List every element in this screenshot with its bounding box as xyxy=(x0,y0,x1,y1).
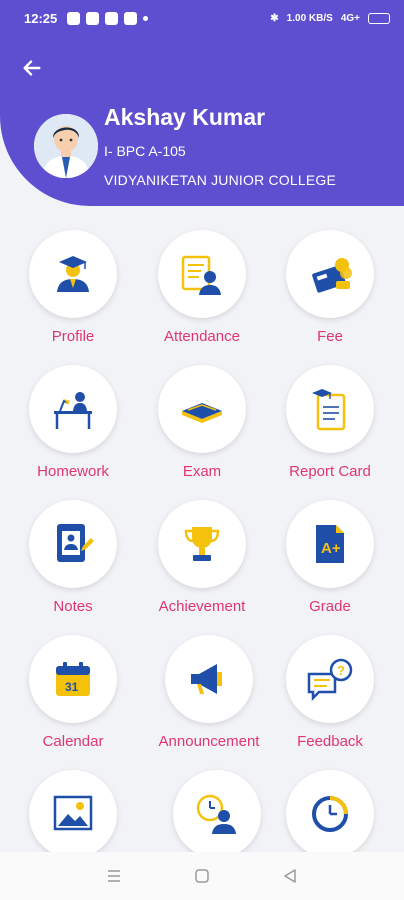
status-bar: 12:25 ✱ 1.00 KB/S 4G+ xyxy=(0,0,404,36)
graduate-icon xyxy=(57,256,89,292)
grade-icon: A+ xyxy=(316,525,344,563)
menu-label: Grade xyxy=(309,598,351,615)
clock-icon xyxy=(312,796,348,832)
menu-notes[interactable]: Notes xyxy=(8,500,138,615)
report-card-icon xyxy=(312,389,346,431)
menu-label: Homework xyxy=(37,463,109,480)
status-time: 12:25 xyxy=(24,10,58,26)
menu-report-card[interactable]: Report Card xyxy=(265,365,395,480)
timetable-icon xyxy=(196,794,236,834)
menu-label: Calendar xyxy=(42,733,104,750)
menu-label: Profile xyxy=(51,328,95,345)
menu-calendar[interactable]: 31 Calendar xyxy=(8,635,138,750)
app-icon xyxy=(86,11,100,25)
menu-feedback[interactable]: ? Feedback xyxy=(265,635,395,750)
menu-announcement[interactable]: Announcement xyxy=(144,635,274,750)
homework-desk-icon xyxy=(54,392,92,429)
megaphone-icon xyxy=(191,664,222,694)
back-triangle-icon[interactable] xyxy=(282,868,298,884)
back-arrow-icon xyxy=(23,60,41,76)
student-class: I- BPC A-105 xyxy=(104,143,186,159)
trophy-icon xyxy=(184,527,220,561)
menu-clock[interactable] xyxy=(265,770,395,858)
menu-label: Feedback xyxy=(297,733,363,750)
profile-header: Akshay Kumar I- BPC A-105 VIDYANIKETAN J… xyxy=(0,36,404,206)
menu-label: Fee xyxy=(317,328,343,345)
avatar[interactable] xyxy=(34,114,98,178)
notes-icon xyxy=(57,524,94,562)
exam-book-icon xyxy=(182,403,222,423)
menu-label: Achievement xyxy=(158,598,246,615)
menu-icon[interactable] xyxy=(106,868,122,884)
dot-icon xyxy=(143,15,149,21)
calendar-day: 31 xyxy=(65,680,79,694)
menu-profile[interactable]: Profile xyxy=(8,230,138,345)
bluetooth-icon: ✱ xyxy=(270,12,279,24)
menu-gallery[interactable] xyxy=(8,770,138,858)
menu-attendance[interactable]: Attendance xyxy=(137,230,267,345)
menu-label: Report Card xyxy=(289,463,371,480)
feedback-icon: ? xyxy=(307,658,353,702)
menu-exam[interactable]: Exam xyxy=(137,365,267,480)
menu-homework[interactable]: Homework xyxy=(8,365,138,480)
menu-achievement[interactable]: Achievement xyxy=(137,500,267,615)
back-button[interactable] xyxy=(18,54,46,82)
menu-label: Notes xyxy=(53,598,93,615)
menu-label: Attendance xyxy=(164,328,240,345)
menu-fee[interactable]: Fee xyxy=(265,230,395,345)
menu-label: Announcement xyxy=(158,733,260,750)
svg-text:?: ? xyxy=(337,663,345,678)
menu-grade[interactable]: A+ Grade xyxy=(265,500,395,615)
attendance-icon xyxy=(181,255,221,295)
fee-calculator-icon xyxy=(312,258,352,293)
student-avatar-icon xyxy=(34,114,98,178)
grade-text: A+ xyxy=(321,540,341,557)
menu-label: Exam xyxy=(182,463,222,480)
home-icon[interactable] xyxy=(194,868,210,884)
app-icon xyxy=(124,11,138,25)
gallery-icon xyxy=(53,795,93,831)
app-icon xyxy=(105,11,119,25)
notification-icon xyxy=(67,11,81,25)
network-speed: 1.00 KB/S xyxy=(286,12,333,24)
student-name: Akshay Kumar xyxy=(104,104,266,130)
signal-label: 4G+ xyxy=(340,12,360,24)
calendar-icon: 31 xyxy=(56,662,90,696)
system-nav-bar xyxy=(0,852,404,900)
battery-icon xyxy=(368,12,390,24)
student-college: VIDYANIKETAN JUNIOR COLLEGE xyxy=(104,172,337,188)
menu-timetable[interactable] xyxy=(152,770,282,858)
